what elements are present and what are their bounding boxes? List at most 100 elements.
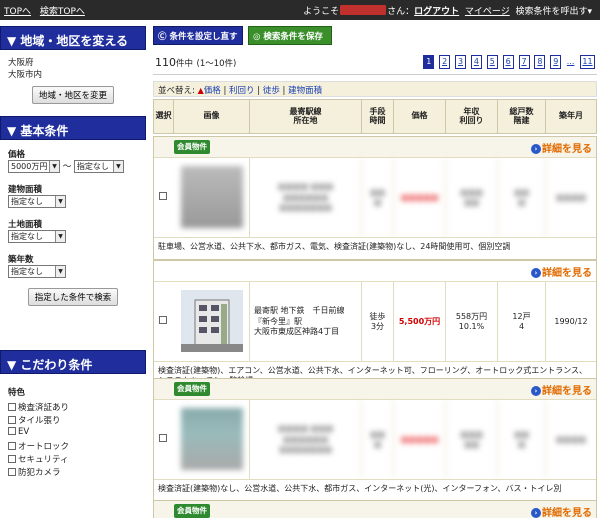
save-icon: ◎ — [253, 32, 261, 42]
listing-row: 会員物件 › 詳細を見る — [153, 500, 597, 518]
units-floors: 12戸 4 — [498, 282, 546, 362]
detail-link[interactable]: › 詳細を見る — [531, 264, 592, 279]
building-area-select[interactable]: 指定なし ▼ — [8, 195, 66, 208]
search-with-conditions-button[interactable]: 指定した条件で検索 — [27, 288, 119, 306]
chevron-down-icon: ▼ — [55, 231, 65, 242]
price-min-select[interactable]: 5000万円 ▼ — [8, 160, 60, 173]
price-max-select[interactable]: 指定なし ▼ — [73, 160, 124, 173]
property-photo[interactable] — [181, 408, 243, 470]
nearest-station: 最寄駅 地下鉄 千日前線 — [254, 306, 345, 316]
col-select: 選択 — [154, 100, 174, 133]
page-link[interactable]: 7 — [518, 55, 530, 69]
chevron-down-icon: ▼ — [49, 161, 59, 172]
page-link[interactable]: 9 — [550, 55, 562, 69]
sort-yield-link[interactable]: 利回り — [229, 86, 255, 96]
blurred-units: ■■ ■ — [498, 158, 546, 238]
checkbox[interactable] — [8, 403, 16, 411]
land-area-label: 土地面積 — [8, 220, 43, 230]
col-access: 手段 時間 — [362, 100, 394, 133]
walk-time: 徒歩 3分 — [362, 282, 394, 362]
page-link[interactable]: 8 — [534, 55, 546, 69]
checkbox[interactable] — [8, 416, 16, 424]
feature-checkbox-item[interactable]: EV — [8, 427, 138, 440]
blurred-station: ■■■■ ■■■ ■■■■■■ ■■■■■■■ — [250, 158, 362, 238]
age-select[interactable]: 指定なし ▼ — [8, 265, 66, 278]
member-badge: 会員物件 — [174, 382, 210, 396]
range-tilde: ～ — [62, 162, 72, 172]
blurred-yield: ■■■ ■■ — [446, 400, 498, 480]
page-link[interactable]: 4 — [470, 55, 482, 69]
price-label: 価格 — [8, 150, 26, 160]
station-name: 『新今里』駅 — [254, 316, 302, 326]
col-built: 築年月 — [559, 111, 583, 121]
listing-features: 検査済証(建築物)なし、公営水道、公共下水、都市ガス、インターネット(光)、イン… — [154, 479, 596, 501]
change-area-button[interactable]: 地域・地区を変更 — [31, 86, 114, 104]
feature-checkbox-item[interactable]: 防犯カメラ — [8, 466, 138, 479]
result-count: 110件中 (1～10件) — [155, 56, 237, 69]
blurred-built: ■■■■ — [555, 192, 587, 202]
feature-checkbox-item[interactable]: 検査済証あり — [8, 401, 138, 414]
page-link[interactable]: 3 — [455, 55, 466, 69]
basic-panel-title: ▼ 基本条件 — [0, 116, 146, 140]
col-income-yield: 年収 利回り — [446, 100, 498, 133]
blurred-units: ■■ ■ — [498, 400, 546, 480]
sort-bar: 並べ替え: ▲価格 | 利回り | 徒歩 | 建物面積 — [153, 81, 597, 97]
redacted-username — [340, 5, 387, 15]
top-bar: TOPへ 検索TOPへ ようこそ さん：ログアウト マイページ 検索条件を呼出す▾ — [0, 0, 600, 20]
top-link[interactable]: TOPへ — [4, 7, 31, 17]
col-price: 価格 — [394, 100, 446, 133]
page-link[interactable]: 11 — [580, 55, 595, 69]
search-top-link[interactable]: 検索TOPへ — [40, 7, 85, 17]
page-link[interactable]: 6 — [502, 55, 514, 69]
listing-checkbox[interactable] — [159, 192, 167, 200]
feature-checkbox-item[interactable]: タイル張り — [8, 414, 138, 427]
checkbox[interactable] — [8, 442, 16, 450]
area-panel: 大阪府 大阪市内 地域・地区を変更 — [0, 50, 146, 116]
chevron-down-icon: ▼ — [55, 266, 65, 277]
area-city: 大阪市内 — [8, 70, 43, 80]
kodawari-panel: 特色 検査済証あり タイル張り EV オートロック セキュリティ 防犯カメラ — [0, 374, 146, 485]
checkbox[interactable] — [8, 468, 16, 476]
blurred-access: ■■ ■ — [362, 158, 394, 238]
reset-conditions-button[interactable]: Ⓒ 条件を設定し直す — [153, 26, 243, 45]
age-label: 築年数 — [8, 255, 34, 265]
chevron-down-icon: ▼ — [112, 161, 123, 172]
sort-building-area-link[interactable]: 建物面積 — [288, 86, 322, 96]
blurred-price: ■■■■■ — [394, 158, 446, 238]
detail-link[interactable]: › 詳細を見る — [531, 382, 592, 397]
checkbox[interactable] — [8, 427, 16, 435]
member-badge: 会員物件 — [174, 140, 210, 154]
arrow-circle-icon: › — [531, 386, 541, 396]
mypage-link[interactable]: マイページ — [465, 7, 510, 17]
listing-checkbox[interactable] — [159, 434, 167, 442]
blurred-station: ■■■■ ■■■ ■■■■■■ ■■■■■■■ — [250, 400, 362, 480]
feature-checkbox-item[interactable]: オートロック — [8, 440, 138, 453]
detail-link[interactable]: › 詳細を見る — [531, 504, 592, 518]
listing-row: 会員物件 › 詳細を見る ■■■■ ■■■ ■■■■■■ ■■■■■■■ ■■ ■ ■■… — [153, 378, 597, 502]
save-search-button[interactable]: ◎ 検索条件を保存 — [248, 26, 332, 45]
page-link-current[interactable]: 1 — [423, 55, 435, 69]
feature-section-label: 特色 — [8, 388, 26, 398]
page-link[interactable]: 2 — [439, 55, 451, 69]
sort-walk-link[interactable]: 徒歩 — [263, 86, 280, 96]
blurred-built: ■■■■ — [555, 434, 587, 444]
checkbox[interactable] — [8, 455, 16, 463]
arrow-circle-icon: › — [531, 268, 541, 278]
results-table-header: 選択 画像 最寄駅線 所在地 手段 時間 価格 年収 利回り 総戸数 階建 築年… — [153, 99, 597, 134]
feature-checkbox-item[interactable]: セキュリティ — [8, 453, 138, 466]
recall-search-menu[interactable]: 検索条件を呼出す▾ — [515, 7, 592, 17]
col-station-address: 最寄駅線 所在地 — [250, 100, 362, 133]
logout-link[interactable]: ログアウト — [414, 7, 459, 17]
property-photo[interactable] — [181, 290, 243, 352]
sort-price-link[interactable]: 価格 — [204, 86, 221, 96]
page-link[interactable]: 5 — [486, 55, 498, 69]
land-area-select[interactable]: 指定なし ▼ — [8, 230, 66, 243]
income-yield: 558万円 10.1% — [446, 282, 498, 362]
property-price: 5,500万円 — [394, 282, 446, 362]
col-units-floors: 総戸数 階建 — [498, 100, 546, 133]
blurred-yield: ■■■ ■■ — [446, 158, 498, 238]
blurred-access: ■■ ■ — [362, 400, 394, 480]
property-address: 大阪市東成区神路4丁目 — [254, 327, 340, 337]
listing-checkbox[interactable] — [159, 316, 167, 324]
detail-link[interactable]: › 詳細を見る — [531, 140, 592, 155]
